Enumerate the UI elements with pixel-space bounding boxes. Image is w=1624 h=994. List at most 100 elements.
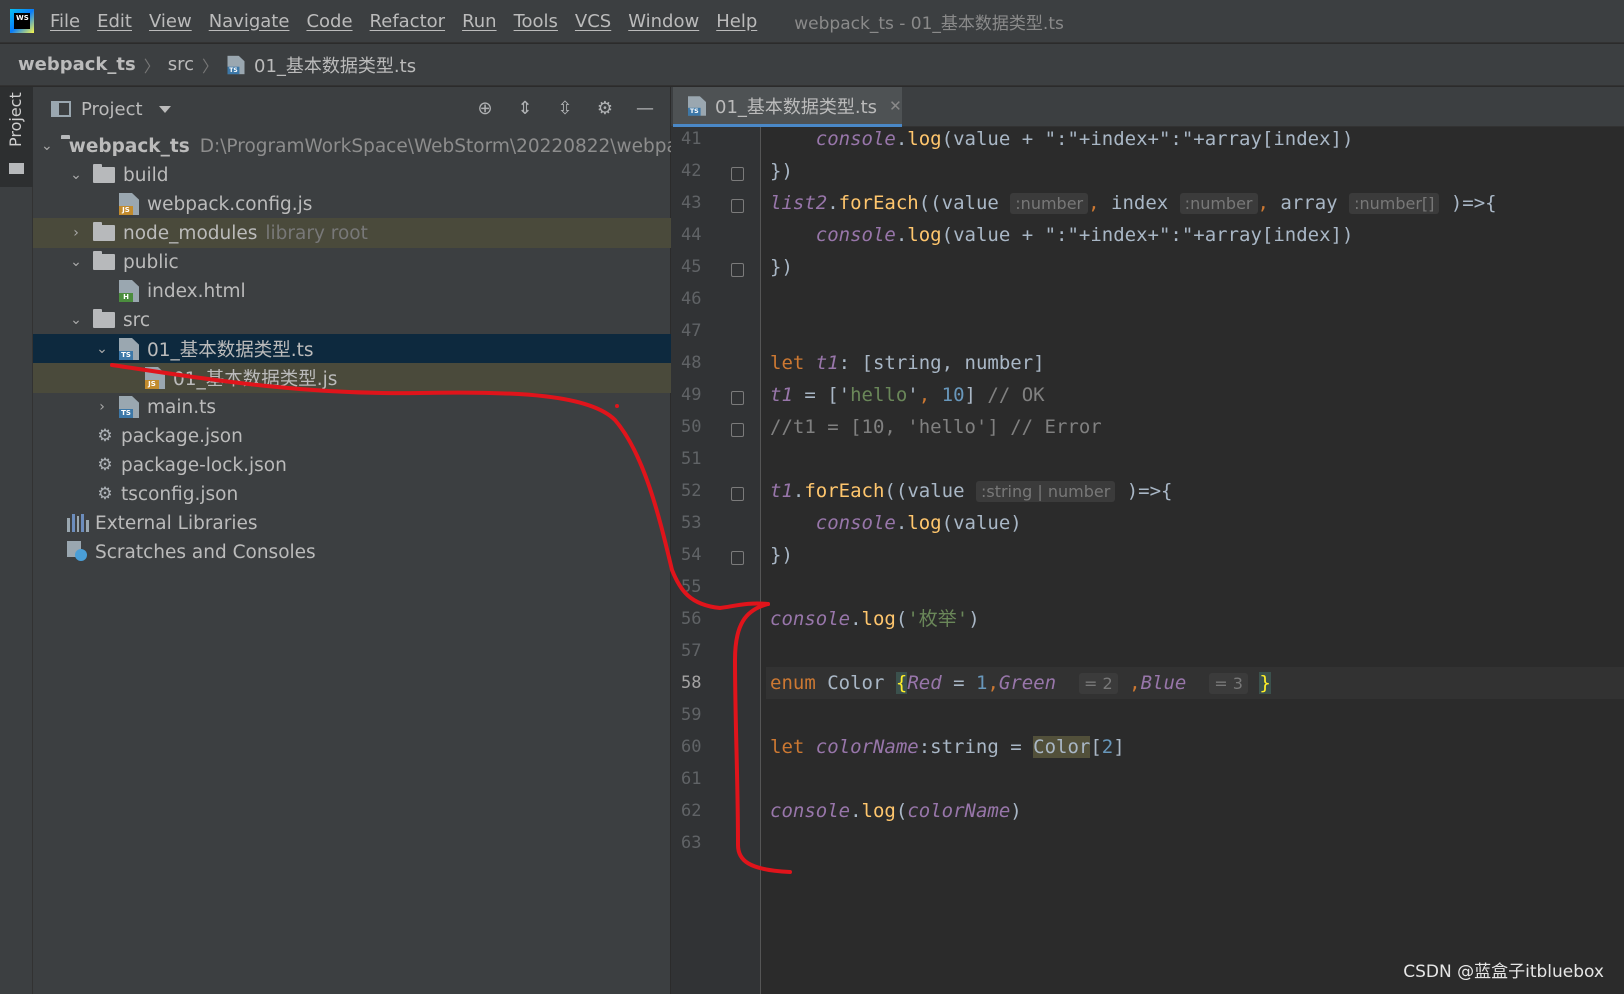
menu-window[interactable]: Window [628, 11, 699, 32]
line-number: 62 [681, 801, 702, 821]
code-line: console.log('枚举') [770, 608, 980, 630]
tree-item-tsconfig[interactable]: ⚙ tsconfig.json [33, 479, 671, 509]
config-file-icon: ⚙ [97, 455, 113, 475]
tree-item-label: package-lock.json [121, 454, 287, 476]
config-file-icon: ⚙ [97, 426, 113, 446]
fold-marker-icon[interactable] [731, 423, 744, 437]
fold-marker-icon[interactable] [731, 487, 744, 501]
webstorm-logo-icon[interactable]: WS [10, 9, 34, 33]
folder-icon [93, 251, 115, 270]
menu-help[interactable]: Help [716, 11, 757, 32]
type-hint: :number [1179, 193, 1258, 214]
chevron-down-icon[interactable]: ⌄ [67, 311, 85, 329]
gear-icon[interactable]: ⚙ [594, 97, 616, 119]
tab-basic-ts[interactable]: TS 01_基本数据类型.ts ✕ [673, 87, 902, 127]
tab-label: 01_基本数据类型.ts [715, 96, 878, 118]
project-tool-label: Project [6, 92, 25, 147]
tree-item-root[interactable]: ⌄ webpack_ts D:\ProgramWorkSpace\WebStor… [33, 131, 688, 161]
project-tool-tab[interactable]: Project [0, 87, 33, 187]
fold-marker-icon[interactable] [731, 199, 744, 213]
tree-item-index-html[interactable]: H index.html [33, 276, 671, 306]
tree-item-public[interactable]: ⌄ public [33, 247, 671, 277]
tree-item-basic-js[interactable]: JS 01_基本数据类型.js [33, 363, 671, 393]
locate-icon[interactable]: ⊕ [474, 97, 496, 119]
root-path: D:\ProgramWorkSpace\WebStorm\20220822\we… [199, 135, 689, 157]
tree-item-package-lock[interactable]: ⚙ package-lock.json [33, 450, 671, 480]
tree-item-label: node_modules [123, 222, 258, 244]
line-number: 54 [681, 545, 702, 565]
chevron-right-icon[interactable]: › [67, 224, 85, 242]
value-hint: = 2 [1078, 673, 1118, 694]
folder-icon [9, 163, 24, 174]
tree-item-webpack-config[interactable]: JS webpack.config.js [33, 189, 671, 219]
line-number: 59 [681, 705, 702, 725]
menu-run[interactable]: Run [462, 11, 497, 32]
chevron-down-icon[interactable]: ⌄ [41, 137, 53, 155]
code-line: let colorName:string = Color[2] [770, 736, 1125, 758]
tree-item-label: package.json [121, 425, 243, 447]
breadcrumb-file[interactable]: 01_基本数据类型.ts [254, 52, 416, 78]
menu-edit[interactable]: Edit [97, 11, 132, 32]
chevron-down-icon[interactable]: ⌄ [67, 166, 85, 184]
fold-marker-icon[interactable] [731, 551, 744, 565]
chevron-down-icon[interactable] [158, 105, 171, 113]
menu-view[interactable]: View [149, 11, 192, 32]
expand-all-icon[interactable]: ⇕ [514, 97, 536, 119]
chevron-down-icon[interactable]: ⌄ [67, 253, 85, 271]
line-number: 49 [681, 385, 702, 405]
line-number: 47 [681, 321, 702, 341]
menu-navigate[interactable]: Navigate [209, 11, 290, 32]
project-panel-header: Project ⊕ ⇕ ⇳ ⚙ — [33, 87, 670, 131]
fold-marker-icon[interactable] [731, 167, 744, 181]
typescript-file-icon: TS [227, 55, 245, 74]
menu-code[interactable]: Code [306, 11, 352, 32]
fold-marker-icon[interactable] [731, 391, 744, 405]
tree-item-main-ts[interactable]: › TS main.ts [33, 392, 671, 422]
minimize-icon[interactable]: — [634, 97, 656, 119]
fold-marker-icon[interactable] [731, 263, 744, 277]
collapse-all-icon[interactable]: ⇳ [554, 97, 576, 119]
type-hint: :number [1010, 193, 1089, 214]
line-number-gutter[interactable]: 41 42 43 44 45 46 47 48 49 50 51 52 53 5… [671, 127, 761, 994]
line-number: 42 [681, 161, 702, 181]
tree-item-external-libraries[interactable]: External Libraries [33, 508, 671, 538]
editor-tab-bar: TS 01_基本数据类型.ts ✕ [671, 87, 1624, 127]
menu-file[interactable]: File [50, 11, 80, 32]
close-icon[interactable]: ✕ [889, 97, 902, 115]
line-number: 60 [681, 737, 702, 757]
chevron-right-icon[interactable]: › [93, 398, 111, 416]
type-hint: :string | number [975, 481, 1116, 502]
breadcrumb-folder[interactable]: src [168, 54, 194, 75]
line-number: 53 [681, 513, 702, 533]
menu-refactor[interactable]: Refactor [370, 11, 446, 32]
line-number: 45 [681, 257, 702, 277]
tree-item-label: index.html [147, 280, 246, 302]
tree-item-build[interactable]: ⌄ build [33, 160, 671, 190]
line-number: 46 [681, 289, 702, 309]
project-view-icon [51, 101, 71, 117]
line-number: 63 [681, 833, 702, 853]
code-line: t1.forEach((value :string | number )=>{ [770, 480, 1173, 502]
tree-item-label: webpack.config.js [147, 193, 313, 215]
tree-item-scratches[interactable]: Scratches and Consoles [33, 537, 671, 567]
project-panel-title[interactable]: Project [81, 99, 143, 120]
tree-item-package-json[interactable]: ⚙ package.json [33, 421, 671, 451]
folder-icon [93, 309, 115, 328]
chevron-down-icon[interactable]: ⌄ [93, 340, 111, 358]
tree-item-src[interactable]: ⌄ src [33, 305, 671, 335]
line-number: 61 [681, 769, 702, 789]
javascript-file-icon: JS [145, 367, 165, 389]
code-area[interactable]: console.log(value + ":"+index+":"+array[… [766, 127, 1624, 994]
tree-item-label: 01_基本数据类型.ts [147, 340, 314, 361]
tree-item-basic-ts[interactable]: ⌄ TS 01_基本数据类型.ts [33, 334, 671, 364]
tree-item-label: build [123, 164, 169, 186]
code-line: let t1: [string, number] [770, 352, 1045, 374]
menu-vcs[interactable]: VCS [575, 11, 611, 32]
line-number: 44 [681, 225, 702, 245]
menu-bar: WS File Edit View Navigate Code Refactor… [0, 0, 1624, 43]
breadcrumb: webpack_ts 〉 src 〉 TS 01_基本数据类型.ts [0, 44, 1624, 86]
tree-item-node-modules[interactable]: › node_modules library root [33, 218, 671, 248]
breadcrumb-project[interactable]: webpack_ts [18, 54, 136, 75]
tree-item-label: main.ts [147, 396, 216, 418]
menu-tools[interactable]: Tools [514, 11, 558, 32]
